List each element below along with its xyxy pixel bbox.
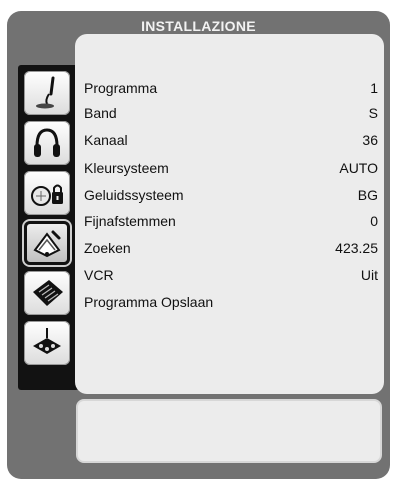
installation-icon[interactable]	[24, 221, 70, 265]
menu-item-label: Geluidssysteem	[84, 187, 184, 203]
menu-item-label: VCR	[84, 267, 114, 283]
settings-panel: Programma 1 Band S Kanaal 36 Kleursystee…	[75, 34, 384, 394]
picture-icon[interactable]	[24, 71, 70, 115]
menu-item-value: 0	[370, 213, 378, 229]
menu-item-value: Uit	[360, 267, 378, 283]
menu-title: INSTALLAZIONE	[141, 18, 256, 34]
menu-item-value: 36	[362, 132, 378, 148]
menu-item-value: BG	[357, 187, 378, 203]
menu-item-value: 423.25	[335, 240, 378, 256]
menu-item-programma[interactable]: Programma 1	[84, 80, 378, 102]
menu-item-programma-opslaan[interactable]: Programma Opslaan	[84, 294, 378, 316]
menu-item-geluidssysteem[interactable]: Geluidssysteem BG	[84, 187, 378, 209]
menu-item-label: Zoeken	[84, 240, 131, 256]
menu-item-label: Kanaal	[84, 132, 128, 148]
menu-item-kleursysteem[interactable]: Kleursysteem AUTO	[84, 160, 378, 182]
menu-item-label: Band	[84, 105, 117, 121]
menu-item-band[interactable]: Band S	[84, 105, 378, 127]
source-connector-icon[interactable]	[24, 321, 70, 365]
menu-item-kanaal[interactable]: Kanaal 36	[84, 132, 378, 154]
icon-sidebar	[18, 65, 79, 390]
info-box	[76, 399, 382, 463]
menu-item-vcr[interactable]: VCR Uit	[84, 267, 378, 289]
menu-item-fijnafstemmen[interactable]: Fijnafstemmen 0	[84, 213, 378, 235]
menu-item-value: 1	[370, 80, 378, 96]
features-lock-icon[interactable]	[24, 171, 70, 215]
menu-item-label: Kleursysteem	[84, 160, 169, 176]
menu-item-label: Programma	[84, 80, 158, 96]
menu-item-value: S	[368, 105, 378, 121]
menu-item-label: Fijnafstemmen	[84, 213, 176, 229]
menu-item-zoeken[interactable]: Zoeken 423.25	[84, 240, 378, 262]
sound-icon[interactable]	[24, 121, 70, 165]
menu-item-value: AUTO	[339, 160, 378, 176]
source-list-icon[interactable]	[24, 271, 70, 315]
menu-item-label: Programma Opslaan	[84, 294, 214, 310]
